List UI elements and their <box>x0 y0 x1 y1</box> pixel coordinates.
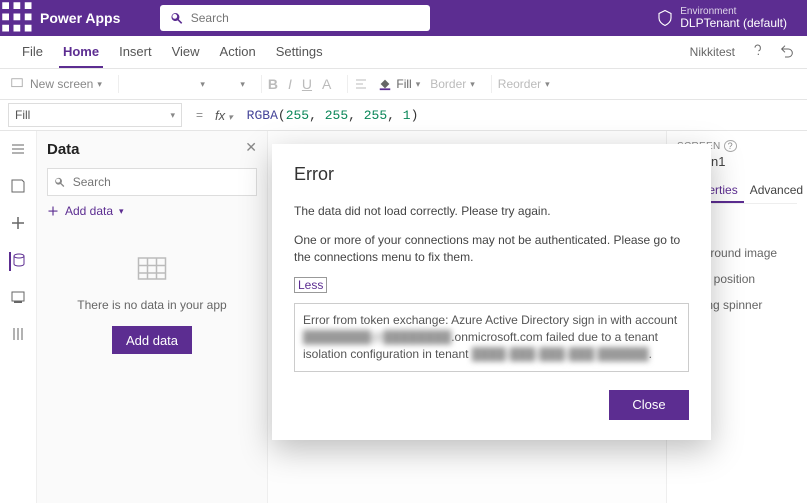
chevron-down-icon: ▾ <box>470 79 475 90</box>
data-search[interactable] <box>47 168 257 196</box>
tools-icon[interactable] <box>10 326 26 345</box>
formula-equals: = <box>196 108 203 122</box>
global-search <box>160 5 430 31</box>
redacted-tenant: ████-███-███-███ ██████ <box>472 347 649 361</box>
underline-button[interactable]: U <box>302 76 312 92</box>
error-detail-box[interactable]: Error from token exchange: Azure Active … <box>294 303 689 371</box>
italic-button[interactable]: I <box>288 76 292 92</box>
app-launcher-icon[interactable] <box>0 0 36 36</box>
bold-button[interactable]: B <box>268 76 278 92</box>
media-icon[interactable] <box>10 289 26 308</box>
new-screen-label: New screen <box>30 77 93 91</box>
fx-label[interactable]: fx▾ <box>215 108 233 123</box>
new-screen-button[interactable]: New screen ▾ <box>10 77 102 91</box>
plus-icon <box>47 205 59 217</box>
align-icon <box>354 77 368 91</box>
formula-input[interactable]: RGBA(255, 255, 255, 1) <box>239 108 807 123</box>
ribbon: New screen ▾ ▾ ▾ B I U A Fill ▾ Border ▾… <box>0 69 807 100</box>
data-search-input[interactable] <box>71 174 250 190</box>
data-panel: Data ✕ Add data ▾ There is no data in yo… <box>37 131 268 503</box>
align-button[interactable] <box>354 77 368 91</box>
chevron-down-icon: ▾ <box>170 110 175 121</box>
data-empty-state: There is no data in your app Add data <box>47 232 257 498</box>
tab-view[interactable]: View <box>162 36 210 68</box>
title-bar: Power Apps Environment DLPTenant (defaul… <box>0 0 807 36</box>
brand-title: Power Apps <box>40 10 150 26</box>
add-data-link-label: Add data <box>65 204 113 218</box>
property-selector-value: Fill <box>15 108 30 122</box>
info-icon[interactable]: ? <box>724 140 737 152</box>
chevron-down-icon: ▾ <box>119 206 124 217</box>
tree-view-icon[interactable] <box>10 141 26 160</box>
font-color-button[interactable]: A <box>322 76 331 92</box>
tab-insert[interactable]: Insert <box>109 36 162 68</box>
table-icon <box>134 252 170 288</box>
reorder-label: Reorder <box>498 77 541 91</box>
close-icon[interactable]: ✕ <box>245 139 257 156</box>
left-rail <box>0 131 37 503</box>
tab-action[interactable]: Action <box>210 36 266 68</box>
property-selector[interactable]: Fill ▾ <box>8 103 182 127</box>
error-line-1: The data did not load correctly. Please … <box>294 203 689 220</box>
data-panel-title: Data <box>47 141 257 158</box>
formula-bar: Fill ▾ = fx▾ RGBA(255, 255, 255, 1) <box>0 100 807 131</box>
font-dropdown[interactable]: ▾ <box>125 79 205 90</box>
font-size-dropdown[interactable]: ▾ <box>215 79 245 90</box>
tab-file[interactable]: File <box>12 36 53 68</box>
fill-label: Fill <box>396 77 411 91</box>
chevron-down-icon: ▾ <box>97 79 102 90</box>
add-icon[interactable] <box>10 215 26 234</box>
error-dialog: Error The data did not load correctly. P… <box>272 144 711 440</box>
less-toggle[interactable]: Less <box>294 277 327 293</box>
chevron-down-icon: ▾ <box>545 79 550 90</box>
chevron-down-icon: ▾ <box>416 79 421 90</box>
close-button[interactable]: Close <box>609 390 689 420</box>
border-label: Border <box>430 77 466 91</box>
tab-home[interactable]: Home <box>53 36 109 68</box>
undo-icon[interactable] <box>779 43 795 62</box>
search-icon <box>54 176 65 188</box>
tab-advanced[interactable]: Advanced <box>744 179 807 203</box>
empty-state-text: There is no data in your app <box>77 298 226 312</box>
border-button[interactable]: Border ▾ <box>430 77 475 91</box>
fill-icon <box>378 77 392 91</box>
search-input-container[interactable] <box>160 5 430 31</box>
environment-picker[interactable]: Environment DLPTenant (default) <box>656 6 787 30</box>
new-screen-icon <box>10 77 24 91</box>
environment-icon <box>656 9 674 27</box>
redacted-account: ████████@████████ <box>303 330 451 344</box>
add-data-button[interactable]: Add data <box>112 326 192 354</box>
signed-in-user: Nikkitest <box>690 45 735 59</box>
checker-icon[interactable] <box>749 43 765 62</box>
environment-name: DLPTenant (default) <box>680 17 787 30</box>
fill-button[interactable]: Fill ▾ <box>378 77 420 91</box>
search-input[interactable] <box>189 10 420 26</box>
error-line-2: One or more of your connections may not … <box>294 232 689 266</box>
error-detail-text: Error from token exchange: Azure Active … <box>303 313 677 327</box>
tab-settings[interactable]: Settings <box>266 36 333 68</box>
environment-label: Environment <box>680 6 787 17</box>
command-bar: File Home Insert View Action Settings Ni… <box>0 36 807 69</box>
search-icon <box>170 11 183 25</box>
add-data-link[interactable]: Add data ▾ <box>47 204 257 218</box>
reorder-button[interactable]: Reorder ▾ <box>498 77 550 91</box>
data-icon[interactable] <box>9 252 27 271</box>
insert-icon[interactable] <box>10 178 26 197</box>
error-title: Error <box>294 164 689 185</box>
